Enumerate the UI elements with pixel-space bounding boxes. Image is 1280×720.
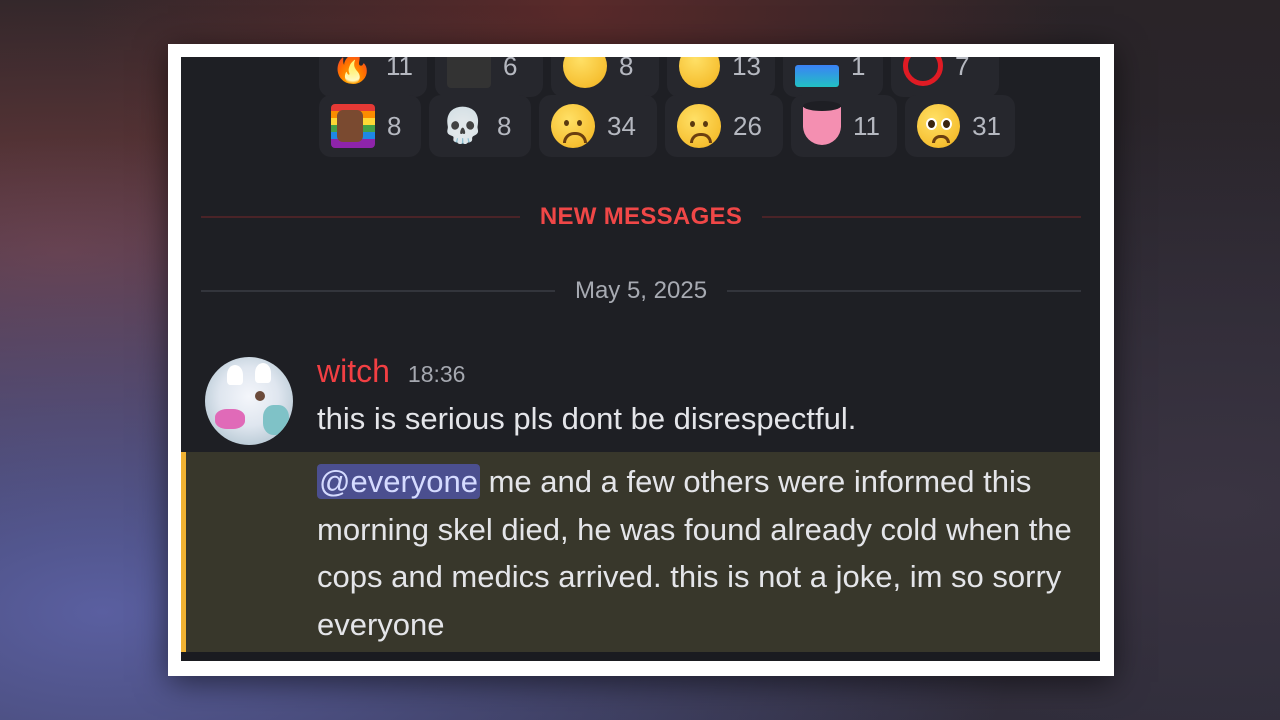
worried-face-emoji-icon (677, 104, 721, 148)
reaction-count: 8 (497, 110, 512, 141)
pleading-face-emoji-icon (917, 104, 961, 148)
reaction-count: 26 (733, 110, 762, 141)
divider-line (762, 216, 1082, 218)
reaction-count: 1 (851, 57, 866, 81)
reaction-count: 34 (607, 110, 636, 141)
relieved-face-emoji-icon (679, 57, 721, 88)
reaction-relieved[interactable]: 13 (667, 57, 775, 97)
sticker-emoji-icon (447, 57, 491, 88)
sad-face-emoji-icon (551, 104, 595, 148)
message-text: this is serious pls dont be disrespectfu… (317, 401, 857, 436)
skull-emoji-icon: 💀 (441, 106, 485, 146)
username[interactable]: witch (317, 353, 390, 390)
date-label: May 5, 2025 (574, 277, 708, 304)
reaction-pleading-face[interactable]: 31 (905, 95, 1015, 157)
reaction-count: 11 (853, 110, 880, 141)
mention-highlight-message: @everyone me and a few others were infor… (181, 452, 1100, 652)
message-header: witch 18:36 (317, 353, 465, 390)
reaction-flag[interactable]: 1 (783, 57, 883, 97)
reaction-count: 6 (503, 57, 518, 81)
reaction-count: 31 (972, 110, 1001, 141)
flag-emoji-icon (795, 65, 839, 87)
reaction-worried-face[interactable]: 26 (665, 95, 783, 157)
tongue-emoji-icon (803, 101, 841, 145)
divider-line (201, 290, 555, 292)
everyone-mention[interactable]: @everyone (317, 464, 480, 499)
reaction-count: 7 (955, 57, 970, 81)
reaction-tongue[interactable]: 11 (791, 95, 897, 157)
reaction-red-circle[interactable]: 7 (891, 57, 999, 97)
reaction-count: 11 (386, 57, 413, 81)
reaction-row: 8 💀 8 34 26 11 31 (319, 95, 1015, 157)
bottom-edge (181, 652, 1100, 661)
mention-message-text: @everyone me and a few others were infor… (317, 458, 1092, 648)
timestamp[interactable]: 18:36 (408, 361, 466, 388)
date-divider: May 5, 2025 (201, 277, 1081, 305)
reaction-count: 8 (387, 110, 402, 141)
new-messages-label: NEW MESSAGES (539, 203, 743, 230)
reaction-row-partial: 🔥 11 6 8 13 1 7 (319, 57, 999, 97)
divider-line (201, 216, 520, 218)
smiling-face-emoji-icon (563, 57, 607, 88)
reaction-pride-flag[interactable]: 8 (319, 95, 421, 157)
new-messages-divider: NEW MESSAGES (201, 203, 1082, 231)
chat-panel: 🔥 11 6 8 13 1 7 8 💀 8 34 26 11 31 NEW ME… (181, 57, 1100, 661)
pride-flag-emoji-icon (331, 104, 375, 148)
reaction-count: 8 (619, 57, 634, 81)
reaction-sad-face[interactable]: 34 (539, 95, 657, 157)
avatar[interactable] (205, 357, 293, 445)
reaction-smiling[interactable]: 8 (551, 57, 659, 97)
reaction-sticker[interactable]: 6 (435, 57, 543, 97)
red-circle-emoji-icon (903, 57, 943, 86)
divider-line (727, 290, 1081, 292)
reaction-skull[interactable]: 💀 8 (429, 95, 531, 157)
reaction-fire[interactable]: 🔥 11 (319, 57, 427, 97)
fire-emoji-icon: 🔥 (331, 57, 374, 86)
reaction-count: 13 (732, 57, 761, 81)
